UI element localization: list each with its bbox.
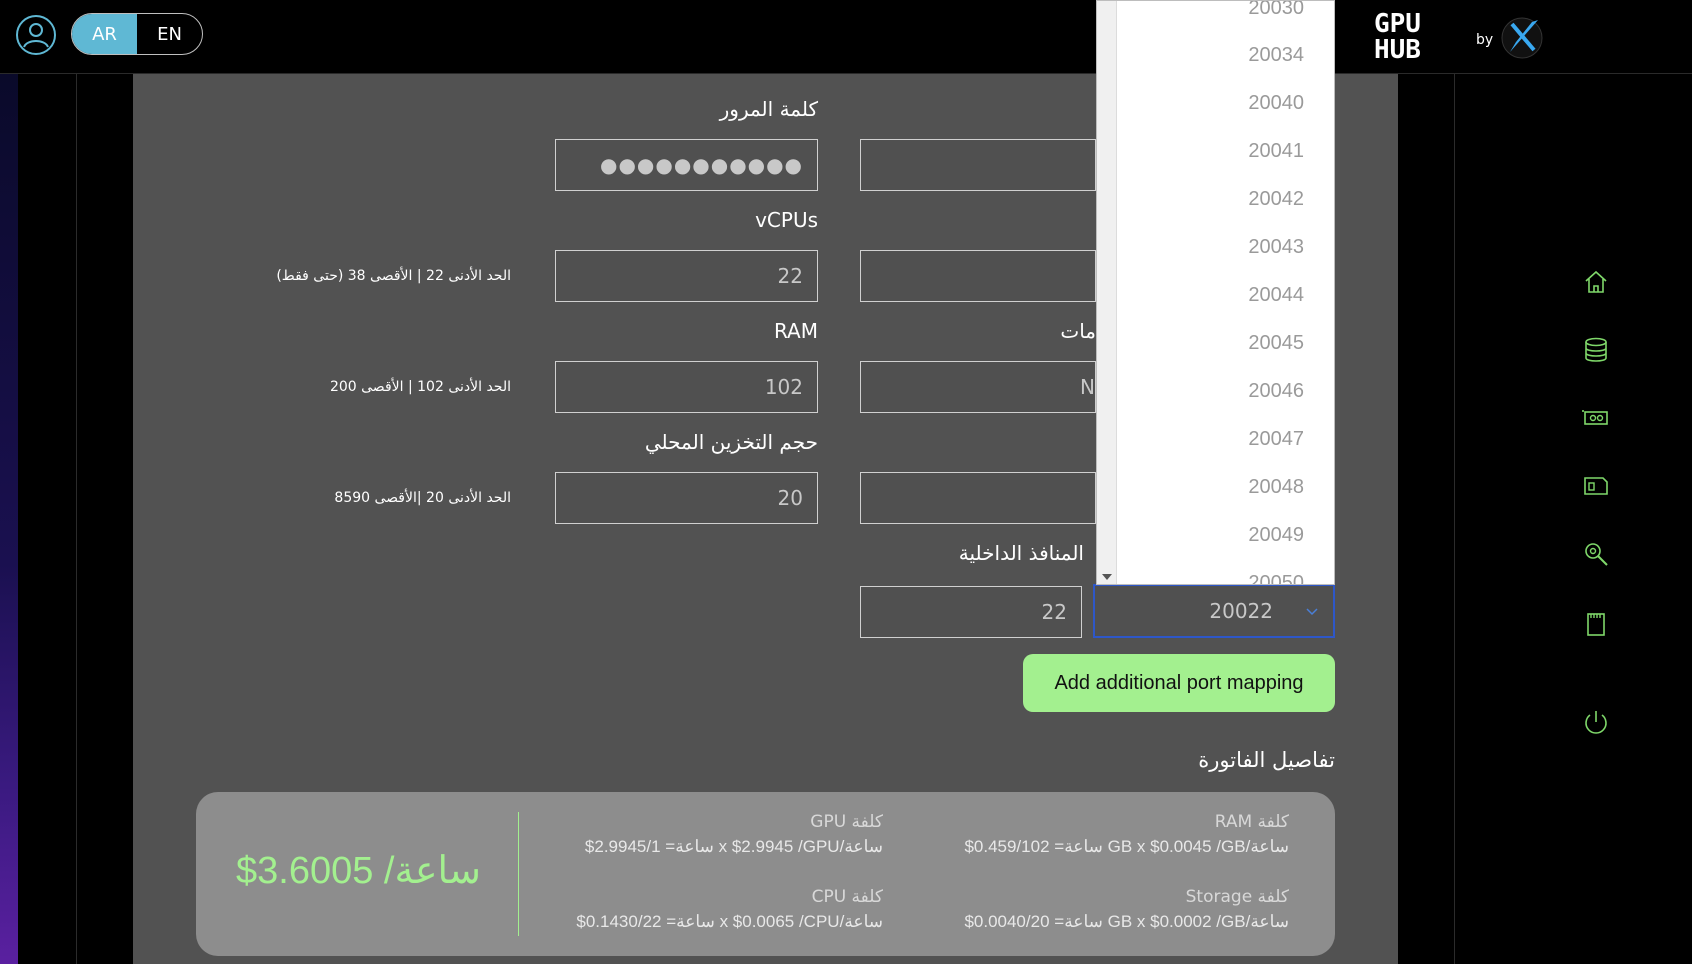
- dropdown-option[interactable]: 20040: [1248, 92, 1304, 115]
- lang-ar-button[interactable]: AR: [72, 14, 137, 54]
- vcpus-label: vCPUs: [755, 208, 818, 232]
- external-port-select[interactable]: 20022: [1093, 584, 1335, 638]
- database-icon[interactable]: [1582, 336, 1610, 364]
- dropdown-option[interactable]: 20049: [1248, 524, 1304, 547]
- gpu-cost-value: $2.9945/ساعة= 1 x $2.9945 /GPU/ساعة: [584, 837, 883, 856]
- external-port-value: 20022: [1209, 599, 1273, 623]
- top-header: AR EN GPU HUB by: [0, 0, 1692, 74]
- dropdown-option[interactable]: 20044: [1248, 284, 1304, 307]
- dropdown-option[interactable]: 20046: [1248, 380, 1304, 403]
- password-label: كلمة المرور: [719, 97, 818, 121]
- storage-label: حجم التخزين المحلي: [644, 430, 818, 454]
- storage-field[interactable]: 20: [555, 472, 818, 524]
- ram-label: RAM: [773, 319, 818, 343]
- lang-en-button[interactable]: EN: [137, 14, 202, 54]
- dropdown-option[interactable]: 20048: [1248, 476, 1304, 499]
- cpu-cost-label: كلفة CPU: [811, 887, 883, 907]
- storage-card-icon[interactable]: [1582, 472, 1610, 500]
- power-icon[interactable]: [1582, 708, 1610, 736]
- dropdown-option[interactable]: 20043: [1248, 236, 1304, 259]
- add-port-mapping-button[interactable]: Add additional port mapping: [1023, 654, 1335, 712]
- ram-hint: الحد الأدنى 102 | الأقصى 200: [329, 379, 511, 395]
- svg-text:by: by: [1476, 32, 1493, 48]
- partial-label: مات: [1060, 319, 1096, 343]
- home-icon[interactable]: [1582, 268, 1610, 296]
- right-column-field[interactable]: [860, 472, 1096, 524]
- scroll-down-arrow-icon[interactable]: [1102, 574, 1112, 580]
- background-decoration: [0, 74, 18, 964]
- port-dropdown-list: 20030 20034 20040 20041 20042 20043 2004…: [1096, 0, 1335, 585]
- dropdown-option[interactable]: 20030: [1248, 1, 1304, 20]
- gpu-cost-label: كلفة GPU: [810, 812, 883, 832]
- password-field[interactable]: ●●●●●●●●●●●: [555, 139, 818, 191]
- dropdown-option[interactable]: 20042: [1248, 188, 1304, 211]
- storage-cost-label: كلفة Storage: [1185, 887, 1289, 907]
- billing-divider: [518, 812, 519, 936]
- right-column-field[interactable]: [860, 250, 1096, 302]
- right-column-field[interactable]: N: [860, 361, 1096, 413]
- dropdown-scrollbar[interactable]: [1097, 1, 1117, 584]
- vcpus-hint: الحد الأدنى 22 | الأقصى 38 (حتى فقط): [276, 268, 511, 284]
- billing-summary: $3.6005 /ساعة كلفة GPU $2.9945/ساعة= 1 x…: [196, 792, 1335, 956]
- dropdown-option[interactable]: 20050: [1248, 572, 1304, 584]
- gpu-card-icon[interactable]: [1582, 404, 1610, 432]
- divider-line: [76, 74, 77, 964]
- internal-ports-label: المنافذ الداخلية: [958, 541, 1084, 565]
- billing-title: تفاصيل الفاتورة: [1198, 748, 1335, 772]
- billing-total: $3.6005 /ساعة: [236, 850, 481, 892]
- dropdown-option[interactable]: 20047: [1248, 428, 1304, 451]
- svg-text:HUB: HUB: [1374, 35, 1421, 64]
- storage-hint: الحد الأدنى 20 |الأقصى 8590: [334, 490, 511, 506]
- user-icon[interactable]: [15, 14, 57, 56]
- storage-cost-value: $0.0040/ساعة= 20 GB x $0.0002 /GB/ساعة: [964, 912, 1289, 931]
- sidebar: [1455, 74, 1692, 964]
- dropdown-option[interactable]: 20041: [1248, 140, 1304, 163]
- ram-field[interactable]: 102: [555, 361, 818, 413]
- language-toggle: AR EN: [71, 13, 203, 55]
- gpu-hub-logo: GPU HUB by: [1374, 9, 1543, 64]
- ram-cost-value: $0.459/ساعة= 102 GB x $0.0045 /GB/ساعة: [964, 837, 1289, 856]
- search-settings-icon[interactable]: [1582, 540, 1610, 568]
- dropdown-option[interactable]: 20045: [1248, 332, 1304, 355]
- cpu-cost-value: $0.1430/ساعة= 22 x $0.0065 /CPU/ساعة: [576, 912, 883, 931]
- dropdown-option[interactable]: 20034: [1248, 44, 1304, 67]
- ram-cost-label: كلفة RAM: [1214, 812, 1289, 832]
- chevron-down-icon: [1306, 608, 1318, 616]
- internal-port-field[interactable]: 22: [860, 586, 1082, 638]
- memory-card-icon[interactable]: [1582, 610, 1610, 638]
- right-column-field[interactable]: [860, 139, 1096, 191]
- vcpus-field[interactable]: 22: [555, 250, 818, 302]
